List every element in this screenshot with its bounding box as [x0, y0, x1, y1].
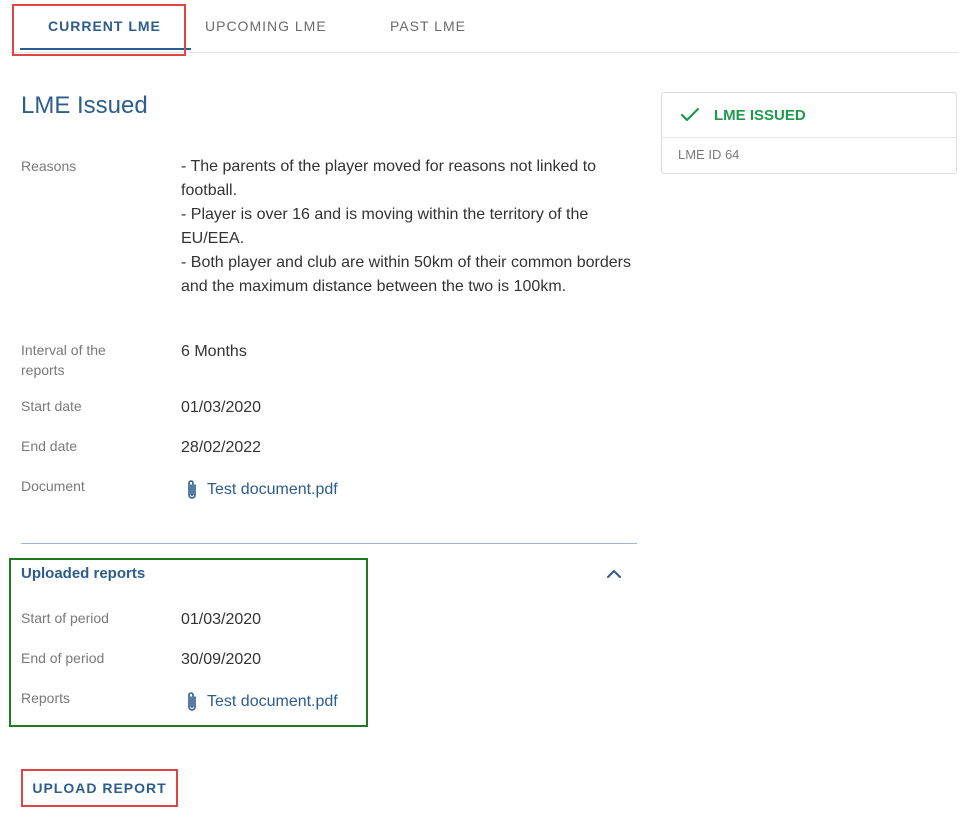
status-text: LME ISSUED — [714, 106, 806, 124]
interval-label: Interval of the reports — [21, 342, 106, 378]
report-document-link[interactable]: Test document.pdf — [185, 690, 338, 714]
section-divider — [21, 543, 637, 544]
period-start-label: Start of period — [21, 610, 109, 626]
document-link-text: Test document.pdf — [207, 481, 338, 498]
period-end-label: End of period — [21, 650, 105, 666]
reason-item: - Player is over 16 and is moving within… — [181, 206, 589, 247]
reason-item: - The parents of the player moved for re… — [181, 158, 597, 199]
tab-highlight-box — [12, 4, 186, 56]
check-icon — [680, 107, 700, 122]
start-date-label: Start date — [21, 398, 82, 414]
document-label: Document — [21, 478, 85, 494]
period-start-value: 01/03/2020 — [181, 611, 262, 628]
paperclip-icon — [188, 692, 196, 711]
upload-report-button[interactable]: UPLOAD REPORT — [21, 769, 178, 807]
reason-item: - Both player and club are within 50km o… — [181, 254, 631, 295]
page-title: LME Issued — [21, 92, 148, 119]
document-link[interactable]: Test document.pdf — [185, 478, 338, 502]
uploaded-reports-title: Uploaded reports — [21, 565, 146, 582]
end-date-value: 28/02/2022 — [181, 439, 262, 456]
reasons-list: - The parents of the player moved for re… — [181, 155, 631, 299]
lme-id: LME ID 64 — [678, 147, 740, 162]
end-date-label: End date — [21, 438, 78, 454]
reports-label: Reports — [21, 690, 71, 706]
start-date-value: 01/03/2020 — [181, 399, 262, 416]
tab-past-lme[interactable]: PAST LME — [390, 0, 466, 52]
interval-value: 6 Months — [181, 343, 247, 360]
reasons-label: Reasons — [21, 158, 77, 174]
paperclip-icon — [188, 480, 196, 499]
report-document-link-text: Test document.pdf — [207, 693, 338, 710]
chevron-up-icon[interactable] — [604, 566, 624, 582]
tab-upcoming-lme[interactable]: UPCOMING LME — [205, 0, 327, 52]
status-card-header: LME ISSUED — [662, 93, 956, 138]
period-end-value: 30/09/2020 — [181, 651, 262, 668]
status-card: LME ISSUED LME ID 64 — [661, 92, 957, 174]
